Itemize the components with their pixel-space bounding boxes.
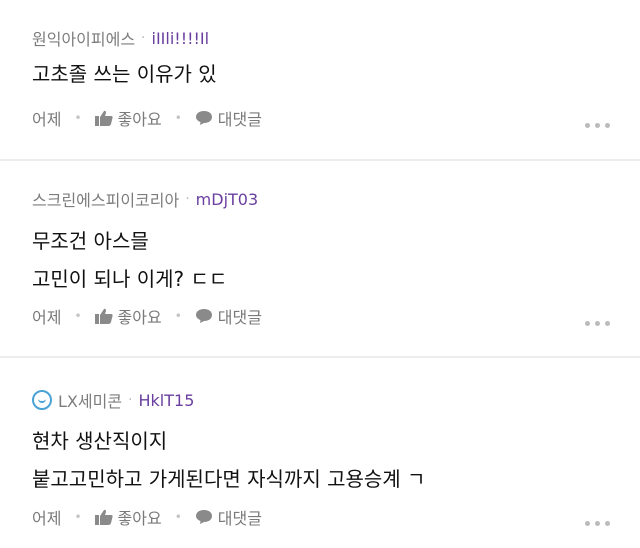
comment-author: LX세미콘 · HklT15 — [32, 388, 194, 412]
reply-label: 대댓글 — [217, 110, 262, 129]
more-dots-icon[interactable] — [585, 321, 610, 326]
like-label: 좋아요 — [117, 308, 162, 327]
comment-actions: 어제 • 좋아요 • 대댓글 — [32, 304, 262, 328]
speech-bubble-icon — [195, 111, 212, 125]
comment-line: 무조건 아스믈 — [32, 229, 149, 253]
more-dots-icon[interactable] — [585, 123, 610, 128]
comment-actions: 어제 • 좋아요 • 대댓글 — [32, 106, 262, 130]
company-name[interactable]: 스크린에스피이코리아 — [32, 187, 179, 211]
thumbs-up-icon — [94, 308, 113, 324]
company-badge-icon — [32, 390, 52, 410]
reply-button[interactable]: 대댓글 — [195, 106, 262, 130]
comment-line: 고민이 되나 이게? ㄷㄷ — [32, 267, 228, 291]
action-separator: • — [74, 111, 82, 125]
speech-bubble-icon — [195, 510, 212, 524]
like-label: 좋아요 — [117, 110, 162, 129]
speech-bubble-icon — [195, 309, 212, 323]
meta-separator: · — [185, 191, 190, 207]
like-button[interactable]: 좋아요 — [94, 106, 162, 130]
comment-time: 어제 — [32, 308, 62, 327]
comment-body: 고초졸 쓰는 이유가 있 — [32, 55, 217, 93]
more-dots-icon[interactable] — [585, 521, 610, 526]
comment-item: LX세미콘 · HklT15 현차 생산직이지 붙고고민하고 가게된다면 자식까… — [0, 358, 640, 548]
action-separator: • — [174, 309, 182, 323]
meta-separator: · — [141, 30, 146, 46]
company-name[interactable]: 원익아이피에스 — [32, 26, 135, 50]
comment-item: 원익아이피에스 · iIIli!!!!Il 고초졸 쓰는 이유가 있 어제 • … — [0, 0, 640, 160]
like-button[interactable]: 좋아요 — [94, 505, 162, 529]
comment-actions: 어제 • 좋아요 • 대댓글 — [32, 505, 262, 529]
action-separator: • — [174, 111, 182, 125]
thumbs-up-icon — [94, 509, 113, 525]
nickname[interactable]: HklT15 — [139, 391, 195, 410]
comment-line: 붙고고민하고 가게된다면 자식까지 고용승계 ㄱ — [32, 467, 426, 491]
company-name[interactable]: LX세미콘 — [58, 388, 122, 412]
comment-body: 현차 생산직이지 붙고고민하고 가게된다면 자식까지 고용승계 ㄱ — [32, 422, 425, 498]
reply-label: 대댓글 — [217, 308, 262, 327]
thumbs-up-icon — [94, 110, 113, 126]
like-button[interactable]: 좋아요 — [94, 304, 162, 328]
comment-body: 무조건 아스믈 고민이 되나 이게? ㄷㄷ — [32, 222, 227, 298]
reply-button[interactable]: 대댓글 — [195, 304, 262, 328]
like-label: 좋아요 — [117, 509, 162, 528]
action-separator: • — [174, 510, 182, 524]
action-separator: • — [74, 510, 82, 524]
comment-line: 현차 생산직이지 — [32, 429, 168, 453]
reply-button[interactable]: 대댓글 — [195, 505, 262, 529]
nickname[interactable]: mDjT03 — [196, 190, 258, 209]
comment-line: 고초졸 쓰는 이유가 있 — [32, 62, 217, 86]
comment-time: 어제 — [32, 509, 62, 528]
comment-item: 스크린에스피이코리아 · mDjT03 무조건 아스믈 고민이 되나 이게? ㄷ… — [0, 161, 640, 357]
reply-label: 대댓글 — [217, 509, 262, 528]
action-separator: • — [74, 309, 82, 323]
nickname[interactable]: iIIli!!!!Il — [152, 29, 210, 48]
comment-time: 어제 — [32, 110, 62, 129]
comment-author: 원익아이피에스 · iIIli!!!!Il — [32, 26, 209, 50]
meta-separator: · — [128, 392, 133, 408]
comment-author: 스크린에스피이코리아 · mDjT03 — [32, 187, 258, 211]
